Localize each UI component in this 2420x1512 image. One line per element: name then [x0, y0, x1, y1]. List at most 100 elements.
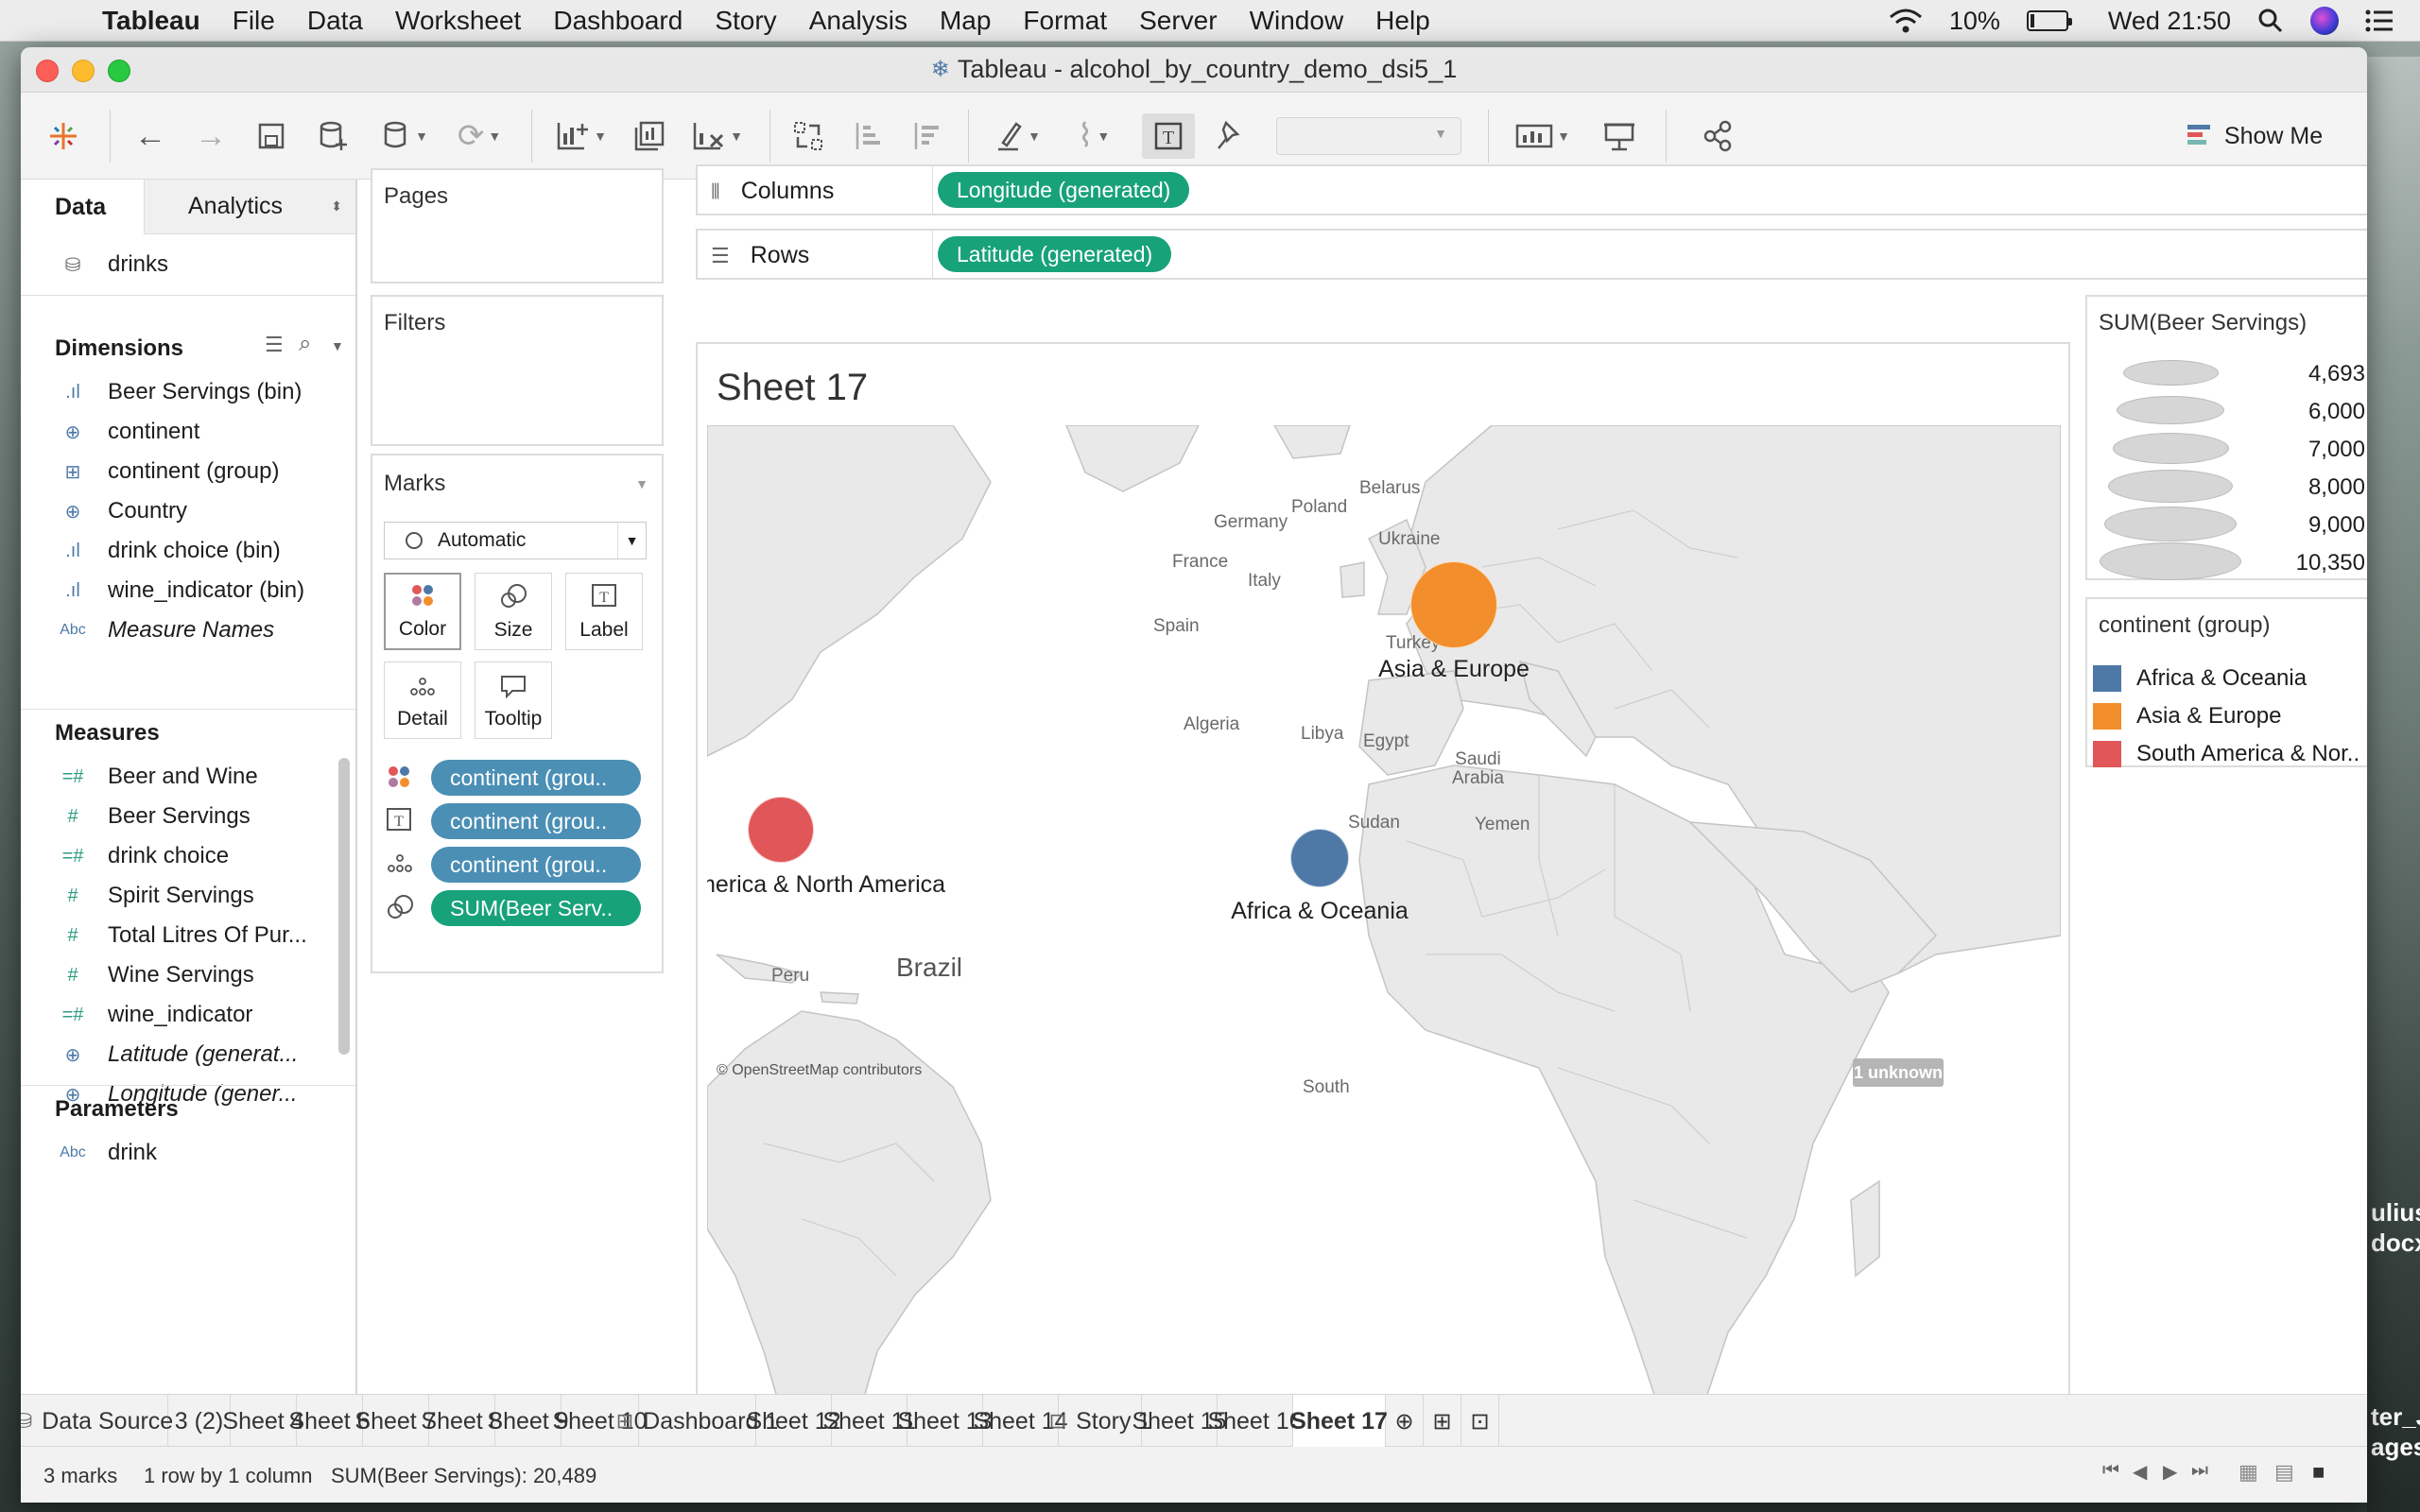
color-legend[interactable]: continent (group) Africa & Oceania Asia …	[2085, 597, 2367, 767]
field-item[interactable]: =# drink choice	[59, 837, 229, 875]
menu-map[interactable]: Map	[940, 6, 991, 36]
desktop-file-label[interactable]: ages	[2371, 1433, 2420, 1462]
sort-descending-icon[interactable]	[902, 113, 949, 159]
pages-card[interactable]: Pages	[371, 168, 664, 284]
size-mark-button[interactable]: Size	[475, 573, 552, 650]
siri-icon[interactable]	[2310, 7, 2339, 35]
undo-icon[interactable]: ←	[127, 113, 174, 159]
marks-pill-label[interactable]: continent (grou..	[431, 803, 641, 839]
sheet-tab[interactable]: Sheet 11	[822, 1395, 916, 1448]
sheet-tab[interactable]: Sheet 4	[222, 1395, 304, 1448]
redo-icon[interactable]: →	[187, 113, 234, 159]
color-legend-item[interactable]: Asia & Europe	[2093, 697, 2281, 735]
show-me-button[interactable]: Show Me	[2174, 113, 2335, 159]
group-members-icon[interactable]: ⌇ ▼	[1061, 113, 1127, 159]
dimensions-menu-icon[interactable]: ▼	[331, 338, 344, 353]
mark-type-dropdown[interactable]: Automatic ▼	[384, 522, 647, 559]
sheet-tab[interactable]: Sheet 12	[746, 1395, 841, 1448]
share-icon[interactable]	[1694, 113, 1741, 159]
menubar-clock[interactable]: Wed 21:50	[2108, 7, 2231, 36]
tooltip-mark-button[interactable]: Tooltip	[475, 662, 552, 739]
save-icon[interactable]	[248, 113, 295, 159]
first-sheet-icon[interactable]: ⏮	[2102, 1460, 2119, 1482]
filters-card[interactable]: Filters	[371, 295, 664, 446]
tab-analytics[interactable]: Analytics ⬍	[144, 180, 355, 234]
sheet-tab[interactable]: Sheet 7	[354, 1395, 437, 1448]
menu-server[interactable]: Server	[1139, 6, 1217, 36]
swap-rows-columns-icon[interactable]	[785, 113, 832, 159]
clear-sheet-icon[interactable]: ▼	[684, 113, 751, 159]
menu-window[interactable]: Window	[1250, 6, 1344, 36]
fix-axes-pin-icon[interactable]	[1206, 113, 1253, 159]
field-item[interactable]: .ıl Beer Servings (bin)	[59, 373, 302, 411]
new-datasource-icon[interactable]	[310, 113, 357, 159]
menu-help[interactable]: Help	[1375, 6, 1430, 36]
field-item[interactable]: Abc Measure Names	[59, 611, 274, 649]
menu-file[interactable]: File	[233, 6, 275, 36]
size-legend[interactable]: SUM(Beer Servings) 4,693 6,000 7,000 8,000 9…	[2085, 295, 2367, 580]
field-item[interactable]: Abc drink	[59, 1134, 157, 1172]
sheet-sorter-icon[interactable]: ▦	[2238, 1460, 2258, 1485]
sheet-tab[interactable]: ⊡ Story 1	[1049, 1395, 1150, 1448]
rows-pill[interactable]: Latitude (generated)	[938, 236, 1172, 272]
color-mark-button[interactable]: Color	[384, 573, 461, 650]
close-window-button[interactable]	[36, 60, 59, 82]
sheet-tab[interactable]: Sheet 16	[1207, 1395, 1303, 1448]
sheet-tab[interactable]: Sheet 6	[288, 1395, 371, 1448]
datasource-item[interactable]: ⛁ drinks	[59, 246, 168, 284]
field-item[interactable]: .ıl wine_indicator (bin)	[59, 572, 304, 610]
unknown-indicator[interactable]: 1 unknown	[1853, 1058, 1944, 1087]
field-item[interactable]: ⊕ Latitude (generat...	[59, 1036, 299, 1074]
map-canvas[interactable]: Poland Belarus Germany Ukraine France It…	[707, 425, 2061, 1418]
field-item[interactable]: =# Beer and Wine	[59, 758, 258, 796]
size-legend-item[interactable]: 7,000	[2093, 429, 2367, 467]
new-story-tab-icon[interactable]: ⊡	[1461, 1395, 1499, 1448]
prev-sheet-icon[interactable]: ◀	[2133, 1460, 2147, 1484]
view-list-icon[interactable]: ☰	[265, 333, 284, 357]
field-item[interactable]: ⊞ continent (group)	[59, 453, 280, 490]
field-item[interactable]: # Beer Servings	[59, 798, 250, 835]
marks-pill-size[interactable]: SUM(Beer Serv..	[431, 890, 641, 926]
sheet-title[interactable]: Sheet 17	[717, 367, 868, 409]
field-item[interactable]: ⊕ Country	[59, 492, 187, 530]
sheet-tab[interactable]: Sheet 14	[973, 1395, 1068, 1448]
field-item[interactable]: =# wine_indicator	[59, 996, 253, 1034]
menu-app-name[interactable]: Tableau	[102, 6, 200, 36]
new-dashboard-tab-icon[interactable]: ⊞	[1424, 1395, 1461, 1448]
menu-analysis[interactable]: Analysis	[809, 6, 908, 36]
map-mark-circle[interactable]	[748, 797, 814, 863]
detail-mark-button[interactable]: Detail	[384, 662, 461, 739]
tab-data[interactable]: Data	[21, 180, 144, 234]
menu-format[interactable]: Format	[1023, 6, 1107, 36]
fields-scrollbar[interactable]	[338, 758, 350, 1055]
sort-ascending-icon[interactable]	[843, 113, 890, 159]
refresh-icon[interactable]: ⟳ ▼	[446, 113, 512, 159]
sheet-tab[interactable]: Sheet 13	[897, 1395, 993, 1448]
menu-worksheet[interactable]: Worksheet	[395, 6, 521, 36]
columns-pill[interactable]: Longitude (generated)	[938, 172, 1190, 208]
present-icon[interactable]	[1596, 113, 1643, 159]
map-mark-circle[interactable]	[1290, 829, 1349, 887]
fit-dropdown[interactable]: ▼	[1276, 113, 1461, 159]
filmstrip-icon[interactable]: ▤	[2274, 1460, 2294, 1485]
label-mark-button[interactable]: T Label	[565, 573, 643, 650]
new-worksheet-tab-icon[interactable]: ⊕	[1386, 1395, 1424, 1448]
sheet-tab[interactable]: Sheet 15	[1132, 1395, 1227, 1448]
sheet-tab[interactable]: Sheet 8	[421, 1395, 503, 1448]
spotlight-search-icon[interactable]	[2257, 8, 2284, 34]
sheet-tab[interactable]: 3 (2)	[168, 1395, 231, 1448]
field-item[interactable]: # Total Litres Of Pur...	[59, 917, 306, 954]
sheet-tab[interactable]: Sheet 17	[1290, 1395, 1388, 1449]
field-item[interactable]: # Wine Servings	[59, 956, 253, 994]
color-legend-item[interactable]: Africa & Oceania	[2093, 660, 2307, 697]
size-legend-item[interactable]: 8,000	[2093, 467, 2367, 505]
sheet-tab[interactable]: ⊞ Dashboard 1	[616, 1395, 778, 1448]
size-legend-item[interactable]: 10,350	[2093, 542, 2367, 580]
size-legend-item[interactable]: 4,693	[2093, 353, 2367, 391]
minimize-window-button[interactable]	[72, 60, 95, 82]
tab-data-source[interactable]: ⛁ Data Source	[21, 1395, 173, 1448]
new-worksheet-icon[interactable]: ▼	[548, 113, 614, 159]
tableau-logo-icon[interactable]	[40, 113, 87, 159]
duplicate-sheet-icon[interactable]	[626, 113, 673, 159]
notification-center-icon[interactable]	[2365, 9, 2394, 33]
